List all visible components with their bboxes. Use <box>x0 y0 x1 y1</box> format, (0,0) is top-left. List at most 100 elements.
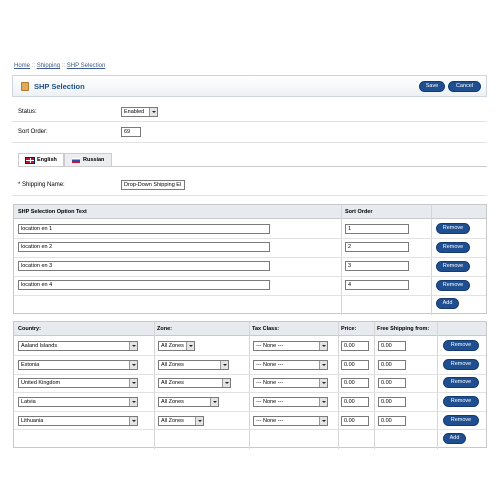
tax-class-select-value: --- None --- <box>256 399 284 405</box>
country-select[interactable]: United Kingdom <box>18 378 138 388</box>
zone-select-value: All Zones <box>161 418 184 424</box>
breadcrumb-shipping-link[interactable]: Shipping <box>37 63 60 69</box>
status-select[interactable]: Enabled <box>121 107 158 117</box>
option-sort-input[interactable]: 4 <box>345 280 409 290</box>
sort-order-input[interactable]: 69 <box>121 127 141 137</box>
chevron-down-icon <box>319 361 327 369</box>
divider <box>12 142 487 143</box>
breadcrumb-home-link[interactable]: Home <box>14 63 30 69</box>
country-select-value: Estonia <box>21 362 40 368</box>
free-shipping-input[interactable]: 0.00 <box>378 341 406 351</box>
add-option-button[interactable]: Add <box>436 298 459 309</box>
chevron-down-icon <box>129 361 137 369</box>
tax-class-select[interactable]: --- None --- <box>253 397 328 407</box>
free-shipping-input[interactable]: 0.00 <box>378 360 406 370</box>
tab-russian-label: Russian <box>83 157 105 163</box>
add-country-button[interactable]: Add <box>443 433 466 444</box>
row-divider <box>14 355 486 356</box>
option-sort-input[interactable]: 3 <box>345 261 409 271</box>
remove-country-button[interactable]: Remove <box>443 415 479 426</box>
remove-country-button[interactable]: Remove <box>443 396 479 407</box>
country-table: Country: Zone: Tax Class: Price: Free Sh… <box>13 321 487 449</box>
tab-english[interactable]: English <box>18 153 64 167</box>
country-select[interactable]: Lithuania <box>18 416 138 426</box>
module-icon <box>21 82 29 91</box>
remove-country-button[interactable]: Remove <box>443 340 479 351</box>
free-shipping-input[interactable]: 0.00 <box>378 378 406 388</box>
row-divider <box>14 238 486 239</box>
tax-class-select[interactable]: --- None --- <box>253 416 328 426</box>
chevron-down-icon <box>210 398 218 406</box>
country-select-value: Latvia <box>21 399 36 405</box>
status-select-value: Enabled <box>124 109 145 115</box>
breadcrumb-separator: :: <box>61 63 66 69</box>
remove-country-button[interactable]: Remove <box>443 359 479 370</box>
tab-english-label: English <box>37 157 57 163</box>
country-select-value: United Kingdom <box>21 380 61 386</box>
option-text-input[interactable]: location en 1 <box>18 224 270 234</box>
column-header-tax-class: Tax Class: <box>252 326 280 332</box>
tab-underline <box>18 166 487 167</box>
chevron-down-icon <box>129 398 137 406</box>
remove-option-button[interactable]: Remove <box>436 261 470 272</box>
zone-select[interactable]: All Zones <box>158 416 204 426</box>
cancel-button[interactable]: Cancel <box>448 81 481 92</box>
zone-select-value: All Zones <box>161 380 184 386</box>
chevron-down-icon <box>319 379 327 387</box>
country-select-value: Aaland Islands <box>21 343 58 349</box>
row-divider <box>14 374 486 375</box>
tax-class-select[interactable]: --- None --- <box>253 360 328 370</box>
tax-class-select-value: --- None --- <box>256 362 284 368</box>
zone-select[interactable]: All Zones <box>158 360 229 370</box>
row-divider <box>14 276 486 277</box>
country-select[interactable]: Estonia <box>18 360 138 370</box>
column-header-country: Country: <box>18 326 41 332</box>
option-sort-input[interactable]: 2 <box>345 242 409 252</box>
option-text-input[interactable]: location en 4 <box>18 280 270 290</box>
chevron-down-icon <box>129 417 137 425</box>
column-divider <box>431 205 432 315</box>
option-sort-input[interactable]: 1 <box>345 224 409 234</box>
remove-option-button[interactable]: Remove <box>436 223 470 234</box>
tax-class-select[interactable]: --- None --- <box>253 378 328 388</box>
remove-option-button[interactable]: Remove <box>436 242 470 253</box>
price-input[interactable]: 0.00 <box>341 360 369 370</box>
column-header-option-text: SHP Selection Option Text <box>18 209 87 215</box>
country-select[interactable]: Latvia <box>18 397 138 407</box>
column-header-zone: Zone: <box>157 326 172 332</box>
tab-russian[interactable]: Russian <box>64 153 112 167</box>
tax-class-select[interactable]: --- None --- <box>253 341 328 351</box>
column-header-free-shipping: Free Shipping from: <box>377 326 430 332</box>
zone-select-value: All Zones <box>161 399 184 405</box>
chevron-down-icon <box>149 108 157 116</box>
chevron-down-icon <box>186 342 194 350</box>
sort-order-label: Sort Order: <box>18 129 48 135</box>
breadcrumb-current-link[interactable]: SHP Selection <box>67 63 106 69</box>
remove-country-button[interactable]: Remove <box>443 377 479 388</box>
options-table-header: SHP Selection Option Text Sort Order <box>14 205 486 219</box>
chevron-down-icon <box>195 417 203 425</box>
tax-class-select-value: --- None --- <box>256 418 284 424</box>
tax-class-select-value: --- None --- <box>256 343 284 349</box>
zone-select[interactable]: All Zones <box>158 378 231 388</box>
shipping-name-input[interactable]: Drop-Down Shipping El <box>121 180 185 190</box>
price-input[interactable]: 0.00 <box>341 378 369 388</box>
row-divider <box>14 429 486 430</box>
chevron-down-icon <box>319 398 327 406</box>
option-text-input[interactable]: location en 3 <box>18 261 270 271</box>
options-table: SHP Selection Option Text Sort Order loc… <box>13 204 487 315</box>
save-button[interactable]: Save <box>419 81 445 92</box>
option-text-input[interactable]: location en 2 <box>18 242 270 252</box>
free-shipping-input[interactable]: 0.00 <box>378 416 406 426</box>
remove-option-button[interactable]: Remove <box>436 280 470 291</box>
row-divider <box>14 411 486 412</box>
country-select[interactable]: Aaland Islands <box>18 341 138 351</box>
zone-select[interactable]: All Zones <box>158 397 219 407</box>
free-shipping-input[interactable]: 0.00 <box>378 397 406 407</box>
chevron-down-icon <box>319 342 327 350</box>
price-input[interactable]: 0.00 <box>341 416 369 426</box>
price-input[interactable]: 0.00 <box>341 397 369 407</box>
zone-select[interactable]: All Zones <box>158 341 195 351</box>
price-input[interactable]: 0.00 <box>341 341 369 351</box>
zone-select-value: All Zones <box>161 343 184 349</box>
